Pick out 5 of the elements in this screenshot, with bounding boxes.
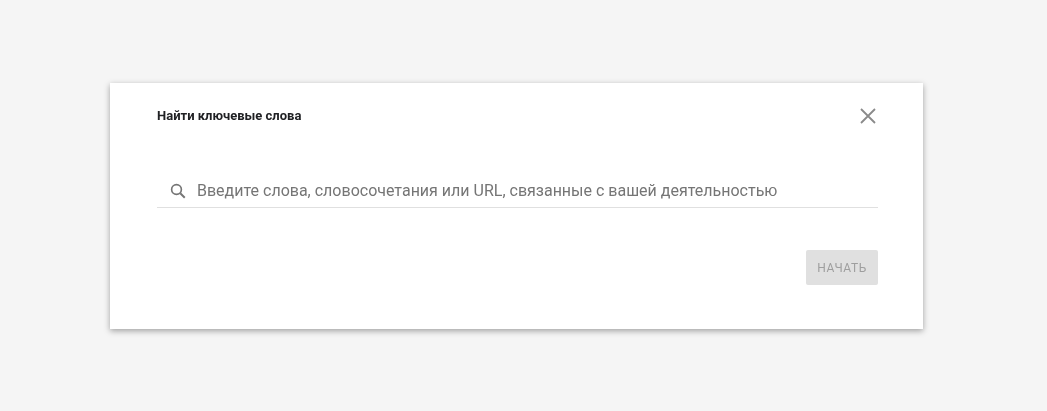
dialog-title: Найти ключевые слова bbox=[157, 107, 302, 126]
search-field[interactable]: Введите слова, словосочетания или URL, связанные с вашей деятельностью bbox=[157, 174, 878, 208]
search-icon bbox=[169, 181, 187, 200]
close-button[interactable] bbox=[858, 106, 878, 126]
close-icon bbox=[860, 108, 876, 124]
